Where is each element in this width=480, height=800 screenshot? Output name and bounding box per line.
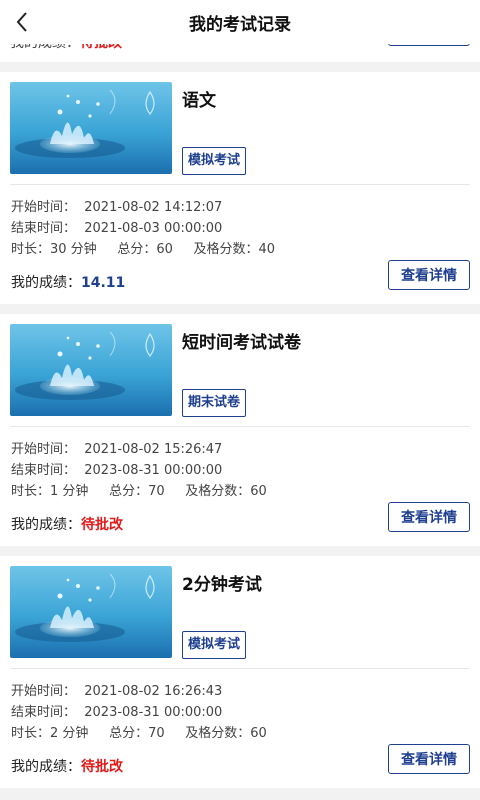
view-details-button[interactable]: 查看详情 [388, 502, 470, 532]
my-score-label: 我的成绩： [11, 517, 81, 533]
end-time: 结束时间： 2021-08-03 00:00:00 [11, 221, 223, 236]
nav-header: 我的考试记录 [0, 0, 480, 44]
exam-meta: 时长：30 分钟 总分：60 及格分数：40 [11, 242, 276, 257]
back-button[interactable] [8, 8, 36, 36]
end-time: 结束时间： 2023-08-31 00:00:00 [11, 463, 223, 478]
exam-title: 短时间考试试卷 [182, 333, 301, 353]
exam-thumbnail [10, 324, 172, 416]
start-time: 开始时间： 2021-08-02 15:26:47 [11, 442, 223, 457]
my-score-value: 14.11 [81, 275, 126, 291]
view-details-button[interactable]: 查看详情 [388, 744, 470, 774]
exam-meta: 时长：2 分钟 总分：70 及格分数：60 [11, 726, 267, 741]
start-time: 开始时间： 2021-08-02 16:26:43 [11, 684, 223, 699]
exam-thumbnail [10, 566, 172, 658]
divider [10, 668, 470, 669]
exam-thumbnail [10, 82, 172, 174]
my-score-value: 待批改 [81, 759, 123, 775]
my-score: 我的成绩：待批改 [11, 756, 123, 776]
start-time: 开始时间： 2021-08-02 14:12:07 [11, 200, 223, 215]
chevron-left-icon [16, 12, 27, 32]
exam-title: 语文 [182, 91, 216, 111]
divider [10, 184, 470, 185]
my-score-label: 我的成绩： [11, 759, 81, 775]
end-time: 结束时间： 2023-08-31 00:00:00 [11, 705, 223, 720]
exam-type-badge: 模拟考试 [182, 631, 247, 659]
my-score-label: 我的成绩： [11, 275, 81, 291]
view-details-button[interactable]: 查看详情 [388, 260, 470, 290]
divider [10, 426, 470, 427]
exam-card: 2分钟考试 模拟考试 开始时间： 2021-08-02 16:26:43 结束时… [0, 556, 480, 788]
my-score: 我的成绩：14.11 [11, 272, 125, 292]
my-score-value: 待批改 [81, 517, 123, 533]
exam-type-badge: 期末试卷 [182, 389, 247, 417]
exam-card: 短时间考试试卷 期末试卷 开始时间： 2021-08-02 15:26:47 结… [0, 314, 480, 546]
exam-type-badge: 模拟考试 [182, 147, 247, 175]
my-score: 我的成绩：待批改 [11, 514, 123, 534]
page-title: 我的考试记录 [189, 14, 291, 35]
exam-meta: 时长：1 分钟 总分：70 及格分数：60 [11, 484, 267, 499]
exam-title: 2分钟考试 [182, 575, 262, 595]
exam-card: 语文 模拟考试 开始时间： 2021-08-02 14:12:07 结束时间： … [0, 72, 480, 304]
